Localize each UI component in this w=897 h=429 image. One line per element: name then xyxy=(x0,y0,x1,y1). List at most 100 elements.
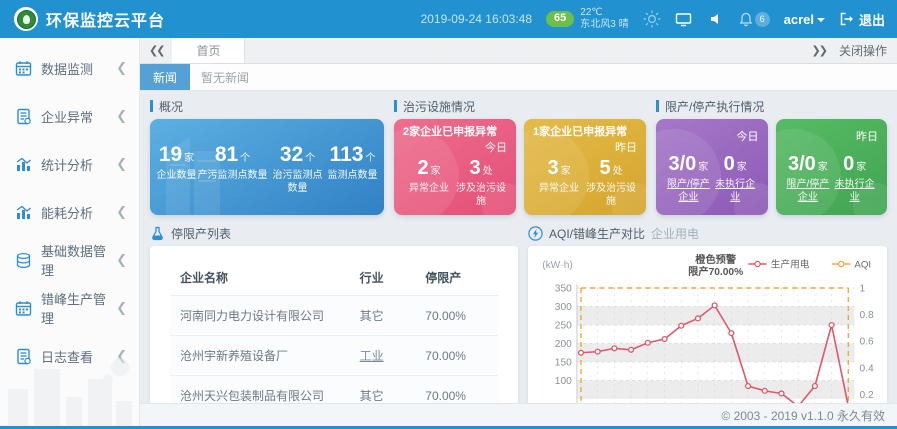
svg-text:1: 1 xyxy=(860,284,866,295)
logout-icon xyxy=(839,12,854,26)
sidebar-item-2[interactable]: 企业异常 ❮ xyxy=(0,92,139,140)
chevron-down-icon xyxy=(817,18,825,22)
card-stat: 3家异常企业 xyxy=(533,157,585,208)
limits-column-header: 停限产 xyxy=(419,260,498,296)
industry-value: 其它 xyxy=(360,309,384,323)
card-stat: 2家异常企业 xyxy=(403,157,455,208)
table-row: 沧州宇新养殖设备厂工业 70.00% xyxy=(170,336,498,376)
svg-text:250: 250 xyxy=(555,321,572,332)
sidebar-item-label: 企业异常 xyxy=(41,107,93,126)
legend-item-production[interactable]: 生产用电 xyxy=(748,259,810,271)
datetime: 2019-09-24 16:03:48 xyxy=(421,12,532,26)
notification-count-badge: 6 xyxy=(755,12,770,27)
database-icon xyxy=(15,252,32,269)
sidebar-item-label: 统计分析 xyxy=(41,155,93,174)
sidebar-item-3[interactable]: 统计分析❮ xyxy=(0,140,139,188)
svg-text:生产用电: 生产用电 xyxy=(771,259,810,271)
sidebar-item-label: 能耗分析 xyxy=(41,203,93,222)
card-stat: 3/0家限产/停产企业 xyxy=(785,153,832,204)
card-stat: 3处涉及治污设施 xyxy=(455,157,507,208)
svg-text:300: 300 xyxy=(555,302,572,313)
monitor-icon[interactable] xyxy=(675,10,693,28)
overview-stat: 32个治污监测点数量 xyxy=(269,143,327,195)
limits-table: 企业名称行业停限产 河南同力电力设计有限公司其它70.00%沧州宇新养殖设备厂工… xyxy=(170,260,498,415)
overview-stat: 19家企业数量 xyxy=(157,143,197,183)
limits-column-header: 行业 xyxy=(354,260,420,296)
card-stat-label: 涉及治污设施 xyxy=(455,183,507,208)
lightning-icon xyxy=(528,226,543,241)
svg-text:100: 100 xyxy=(555,376,572,387)
card-stat: 5处涉及治污设施 xyxy=(585,157,637,208)
sidebar-item-6[interactable]: 错峰生产管理❮ xyxy=(0,284,139,332)
tabs-scroll-right-button[interactable]: ❯❯ xyxy=(803,44,835,57)
limit-percentage: 70.00% xyxy=(419,296,498,336)
company-name: 河南同力电力设计有限公司 xyxy=(170,296,354,336)
weather-text: 22℃ 东北风3 晴 xyxy=(580,7,628,32)
bar-chart-icon xyxy=(15,156,32,173)
table-row: 河南同力电力设计有限公司其它 70.00% xyxy=(170,296,498,336)
treatment-card-昨日: 1家企业已申报异常昨日3家异常企业5处涉及治污设施 xyxy=(524,119,646,215)
card-stat: 0家未执行企业 xyxy=(831,153,878,204)
period-label: 昨日 xyxy=(533,139,637,155)
svg-text:350: 350 xyxy=(555,284,572,295)
app-title: 环保监控云平台 xyxy=(46,7,165,31)
overview-stat: 113个监测点数量 xyxy=(328,143,378,183)
svg-text:0.4: 0.4 xyxy=(860,363,875,374)
sidebar-item-4[interactable]: 能耗分析 ❮ xyxy=(0,188,139,236)
calendar-icon xyxy=(15,60,32,77)
legend-item-aqi[interactable]: AQI xyxy=(832,260,871,271)
svg-text:AQI: AQI xyxy=(854,260,871,271)
sidebar: 数据监测❮企业异常❮统计分析❮能耗分析❮基础数据管理❮错峰生产管理❮日志查看❮ xyxy=(0,38,140,429)
company-name: 沧州宇新养殖设备厂 xyxy=(170,336,354,376)
production-title: 限产/停产执行情况 xyxy=(665,98,764,115)
aqi-chart-title: AQI/错峰生产对比 xyxy=(549,225,645,242)
treatment-card-今日: 2家企业已申报异常今日2家异常企业3处涉及治污设施 xyxy=(394,119,516,215)
app-window: 环保监控云平台 2019-09-24 16:03:48 65 22℃ 东北风3 … xyxy=(0,0,897,429)
card-stat: 0家未执行企业 xyxy=(712,153,759,204)
prod-card-昨日: 昨日 3/0家限产/停产企业0家未执行企业 xyxy=(776,119,888,215)
card-stat-label[interactable]: 未执行企业 xyxy=(712,179,759,204)
sidebar-item-label: 数据监测 xyxy=(41,59,93,78)
card-stat-label: 异常企业 xyxy=(539,183,579,196)
top-header: 环保监控云平台 2019-09-24 16:03:48 65 22℃ 东北风3 … xyxy=(0,0,897,38)
aqi-badge: 65 xyxy=(546,11,574,27)
chevron-left-icon: ❮ xyxy=(116,108,127,124)
sidebar-item-label: 错峰生产管理 xyxy=(41,289,116,327)
tabs-scroll-left-button[interactable]: ❮❮ xyxy=(140,44,172,57)
limit-percentage: 70.00% xyxy=(419,336,498,376)
industry-value[interactable]: 工业 xyxy=(360,349,384,363)
aqi-chart: 35030025020015010010.80.60.40.2(kW·h)橙色预… xyxy=(532,252,883,424)
footer: © 2003 - 2019 v1.1.0 永久有效 xyxy=(140,403,897,426)
sidebar-watermark xyxy=(0,339,140,429)
logout-button[interactable]: 退出 xyxy=(839,10,885,29)
card-stat: 3/0家限产/停产企业 xyxy=(665,153,712,204)
period-label: 昨日 xyxy=(785,128,879,144)
tab-home[interactable]: 首页 xyxy=(172,38,245,63)
app-logo-icon xyxy=(14,7,38,31)
svg-text:150: 150 xyxy=(555,358,572,369)
speaker-icon[interactable] xyxy=(707,10,725,28)
treatment-title: 治污设施情况 xyxy=(403,98,475,115)
user-menu[interactable]: acrel xyxy=(784,12,825,27)
close-operations-button[interactable]: 关闭操作 xyxy=(835,42,897,59)
period-label: 今日 xyxy=(403,139,507,155)
svg-text:限产70.00%: 限产70.00% xyxy=(688,265,743,278)
card-stat-label[interactable]: 限产/停产企业 xyxy=(665,179,712,204)
svg-text:0.2: 0.2 xyxy=(860,390,875,401)
section-aqi-chart: AQI/错峰生产对比 企业用电 35030025020015010010.80.… xyxy=(528,223,887,426)
chevron-left-icon: ❮ xyxy=(116,252,127,268)
overview-card: 19家企业数量81个产污监测点数量32个治污监测点数量113个监测点数量 xyxy=(150,119,384,215)
section-production: 限产/停产执行情况 今日3/0家限产/停产企业0家未执行企业昨日3/0家限产/停… xyxy=(656,97,887,215)
notifications-button[interactable]: 6 xyxy=(739,12,770,27)
username: acrel xyxy=(784,12,814,27)
sidebar-item-5[interactable]: 基础数据管理❮ xyxy=(0,236,139,284)
card-stat-label[interactable]: 未执行企业 xyxy=(831,179,878,204)
limits-table-panel: 企业名称行业停限产 河南同力电力设计有限公司其它70.00%沧州宇新养殖设备厂工… xyxy=(150,246,518,426)
dashboard-content: 概况 19家企业数量81个产污监测点数量32个治污监测点数量113个监测点数量 … xyxy=(140,91,897,429)
chevron-left-icon: ❮ xyxy=(116,204,127,220)
chevron-left-icon: ❮ xyxy=(116,300,127,316)
industry-value: 其它 xyxy=(360,389,384,403)
period-label: 今日 xyxy=(665,128,759,144)
sidebar-item-1[interactable]: 数据监测❮ xyxy=(0,44,139,92)
card-stat-label[interactable]: 限产/停产企业 xyxy=(785,179,832,204)
